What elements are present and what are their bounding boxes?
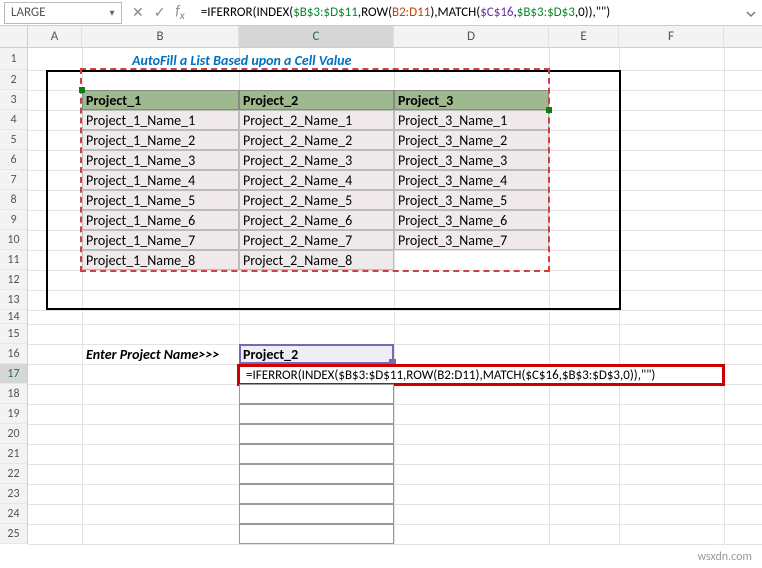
range-handle (546, 107, 552, 113)
worksheet-grid[interactable]: AutoFill a List Based upon a Cell Value … (28, 48, 762, 544)
formula-bar-controls: ✕ ✓ fx (122, 2, 195, 23)
table-cell: Project_1_Name_1 (82, 110, 199, 130)
col-header-b[interactable]: B (82, 26, 239, 47)
row-header[interactable]: 8 (0, 190, 27, 210)
row-header[interactable]: 19 (0, 404, 27, 424)
table-cell: Project_3_Name_2 (394, 130, 511, 150)
table-cell: Project_1_Name_4 (82, 170, 199, 190)
row-headers: 1 2 3 4 5 6 7 8 9 10 11 12 13 14 15 16 1… (0, 48, 28, 544)
enter-project-value: Project_2 (239, 344, 302, 364)
enter-project-label: Enter Project Name>>> (82, 344, 239, 364)
table-cell: Project_1_Name_6 (82, 210, 199, 230)
table-cell: Project_3_Name_5 (394, 190, 511, 210)
table-header: Project_2 (239, 90, 302, 110)
row-header[interactable]: 14 (0, 310, 27, 324)
table-cell: Project_2_Name_5 (239, 190, 356, 210)
formula-bar-row: LARGE ▾ ✕ ✓ fx =IFERROR(INDEX($B$3:$D$11… (0, 0, 762, 26)
table-cell: Project_2_Name_7 (239, 230, 356, 250)
row-header[interactable]: 10 (0, 230, 27, 250)
col-header-c[interactable]: C (239, 26, 394, 47)
table-cell: Project_2_Name_4 (239, 170, 356, 190)
row-header[interactable]: 17 (0, 364, 27, 384)
table-header: Project_1 (82, 90, 145, 110)
table-cell: Project_3_Name_7 (394, 230, 511, 250)
row-header[interactable]: 1 (0, 48, 27, 70)
row-header[interactable]: 11 (0, 250, 27, 270)
row-header[interactable]: 2 (0, 70, 27, 90)
formula-input[interactable]: =IFERROR(INDEX($B$3:$D$11,ROW(B2:D11),MA… (195, 2, 740, 24)
table-cell: Project_1_Name_7 (82, 230, 199, 250)
row-header[interactable]: 6 (0, 150, 27, 170)
row-header[interactable]: 9 (0, 210, 27, 230)
col-header-e[interactable]: E (549, 26, 619, 47)
name-box-value: LARGE (5, 5, 103, 20)
row-header[interactable]: 24 (0, 504, 27, 524)
table-cell: Project_3_Name_3 (394, 150, 511, 170)
table-cell: Project_3_Name_4 (394, 170, 511, 190)
table-cell: Project_2_Name_8 (239, 250, 356, 270)
row-header[interactable]: 4 (0, 110, 27, 130)
cancel-icon[interactable]: ✕ (132, 4, 144, 21)
table-cell: Project_1_Name_3 (82, 150, 199, 170)
table-header: Project_3 (394, 90, 457, 110)
row-header[interactable]: 5 (0, 130, 27, 150)
name-box-dropdown[interactable]: ▾ (103, 6, 121, 19)
expand-formula-bar-icon[interactable] (740, 4, 762, 21)
select-all-triangle[interactable] (0, 26, 28, 47)
table-cell: Project_2_Name_2 (239, 130, 356, 150)
table-cell: Project_2_Name_3 (239, 150, 356, 170)
row-header[interactable]: 25 (0, 524, 27, 544)
table-cell: Project_2_Name_6 (239, 210, 356, 230)
watermark: wsxdn.com (697, 550, 752, 564)
page-title: AutoFill a List Based upon a Cell Value (128, 49, 528, 71)
row-header[interactable]: 20 (0, 424, 27, 444)
table-cell: Project_1_Name_8 (82, 250, 199, 270)
row-header[interactable]: 22 (0, 464, 27, 484)
confirm-icon[interactable]: ✓ (154, 4, 166, 21)
col-header-a[interactable]: A (28, 26, 82, 47)
row-header[interactable]: 23 (0, 484, 27, 504)
table-cell: Project_1_Name_5 (82, 190, 199, 210)
table-cell: Project_3_Name_1 (394, 110, 511, 130)
row-header[interactable]: 3 (0, 90, 27, 110)
row-header[interactable]: 15 (0, 324, 27, 344)
column-headers: A B C D E F (0, 26, 762, 48)
row-header[interactable]: 21 (0, 444, 27, 464)
row-header[interactable]: 7 (0, 170, 27, 190)
range-handle (79, 87, 85, 93)
fx-icon[interactable]: fx (175, 2, 184, 23)
row-header[interactable]: 13 (0, 290, 27, 310)
table-cell: Project_2_Name_1 (239, 110, 356, 130)
table-cell: Project_3_Name_6 (394, 210, 511, 230)
name-box[interactable]: LARGE ▾ (4, 2, 122, 24)
row-header[interactable]: 12 (0, 270, 27, 290)
row-header[interactable]: 18 (0, 384, 27, 404)
row-header[interactable]: 16 (0, 344, 27, 364)
col-header-f[interactable]: F (619, 26, 724, 47)
formula-cell-content: =IFERROR(INDEX($B$3:$D$11,ROW(B2:D11),MA… (242, 365, 659, 385)
col-header-d[interactable]: D (394, 26, 549, 47)
table-cell: Project_1_Name_2 (82, 130, 199, 150)
